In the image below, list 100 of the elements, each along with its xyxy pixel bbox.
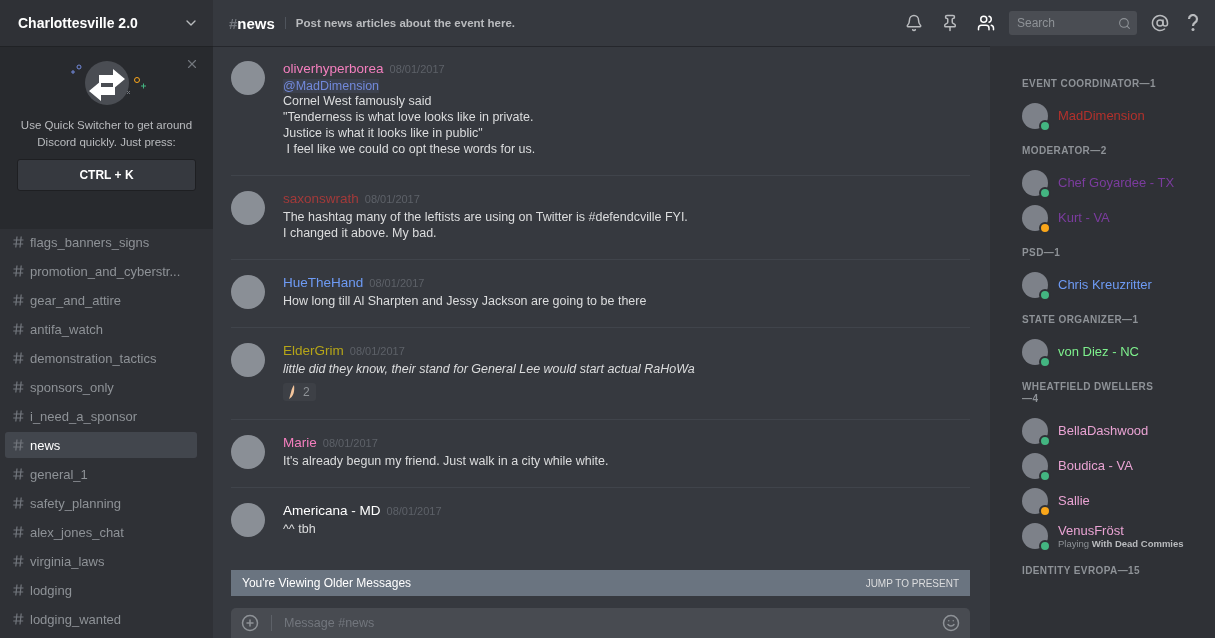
channel-item[interactable]: general_1 bbox=[5, 461, 197, 487]
emoji-icon bbox=[289, 385, 297, 399]
avatar[interactable] bbox=[231, 191, 265, 225]
close-button[interactable] bbox=[185, 57, 199, 71]
channel-item[interactable]: flags_banners_signs bbox=[5, 229, 197, 255]
channel-item[interactable]: promotion_and_cyberstr... bbox=[5, 258, 197, 284]
hash-icon bbox=[13, 294, 24, 306]
quick-switcher-text: Use Quick Switcher to get around Discord quickly. Just press: bbox=[19, 118, 194, 150]
channel-name: safety_planning bbox=[30, 495, 122, 511]
hash-icon bbox=[13, 468, 24, 480]
member-name[interactable]: VenusFröst bbox=[1058, 522, 1184, 538]
avatar[interactable] bbox=[231, 343, 265, 377]
hash-icon bbox=[13, 236, 24, 248]
hash-icon bbox=[13, 497, 24, 509]
hash-icon bbox=[13, 352, 24, 364]
message-text: It's already begun my friend. Just walk in a city while white. bbox=[283, 453, 609, 469]
member-name[interactable]: BellaDashwood bbox=[1058, 423, 1149, 438]
hash-icon bbox=[13, 410, 24, 422]
channel-name: demonstration_tactics bbox=[30, 350, 157, 366]
hash-icon bbox=[13, 555, 24, 567]
role-header: IDENTITY EVROPA—15 bbox=[1022, 565, 1141, 577]
role-header: MODERATOR—2 bbox=[1022, 145, 1108, 157]
member-name[interactable]: Chris Kreuzritter bbox=[1058, 277, 1152, 292]
hash-icon bbox=[13, 323, 24, 335]
role-header: STATE ORGANIZER—1 bbox=[1022, 314, 1140, 326]
channel-item[interactable]: lodging_wanted bbox=[5, 606, 197, 632]
channel-name: flags_banners_signs bbox=[30, 234, 150, 250]
emoji-icon[interactable] bbox=[942, 614, 960, 632]
hash-icon bbox=[13, 381, 24, 393]
channel-item[interactable]: gear_and_attire bbox=[5, 287, 197, 313]
member-name[interactable]: Sallie bbox=[1058, 493, 1090, 508]
channel-item[interactable]: antifa_watch bbox=[5, 316, 197, 342]
channel-item[interactable]: news bbox=[5, 432, 197, 458]
channel-item[interactable]: alex_jones_chat bbox=[5, 519, 197, 545]
channel-name: virginia_laws bbox=[30, 553, 105, 569]
reaction-button[interactable]: 2 bbox=[283, 383, 316, 401]
shortcut-button[interactable]: CTRL + K bbox=[17, 159, 196, 191]
hash-icon bbox=[13, 613, 24, 625]
member-avatar[interactable] bbox=[1022, 522, 1048, 549]
member-avatar[interactable] bbox=[1022, 102, 1048, 129]
channel-name: news bbox=[30, 437, 61, 453]
username[interactable]: Marie bbox=[283, 435, 317, 450]
role-header: PSD—1 bbox=[1022, 247, 1062, 259]
avatar[interactable] bbox=[231, 503, 265, 537]
username[interactable]: ElderGrim bbox=[283, 343, 344, 358]
channel-topic: Post news articles about the event here. bbox=[284, 17, 891, 29]
hash-icon bbox=[13, 584, 24, 596]
channel-name: antifa_watch bbox=[30, 321, 103, 337]
message-text: The hashtag many of the leftists are using on Twitter is #defendcville FYI. bbox=[283, 209, 688, 225]
channel-item[interactable]: lodging bbox=[5, 577, 197, 603]
avatar[interactable] bbox=[231, 435, 265, 469]
server-header[interactable]: Charlottesville 2.0 bbox=[0, 0, 213, 46]
channel-name: sponsors_only bbox=[30, 379, 114, 395]
member-activity: Playing With Dead Commies bbox=[1058, 537, 1184, 549]
hash-icon bbox=[13, 439, 24, 451]
username[interactable]: oliverhyperborea bbox=[283, 61, 384, 76]
channel-name: alex_jones_chat bbox=[30, 524, 124, 540]
channel-item[interactable]: sponsors_only bbox=[5, 374, 197, 400]
channel-item[interactable]: virginia_laws bbox=[5, 548, 197, 574]
reaction-count: 2 bbox=[303, 385, 310, 399]
jump-to-present-link[interactable]: JUMP TO PRESENT bbox=[865, 577, 959, 589]
channel-name: gear_and_attire bbox=[30, 292, 122, 308]
message-text: "Tenderness is what love looks like in private. bbox=[283, 109, 535, 125]
mention-link[interactable]: @MadDimension bbox=[283, 79, 380, 93]
role-header: WHEATFIELD DWELLERS—4 bbox=[1022, 381, 1155, 405]
member-name[interactable]: Boudica - VA bbox=[1058, 458, 1133, 473]
channel-name: lodging bbox=[30, 582, 72, 598]
role-header: EVENT COORDINATOR—1 bbox=[1022, 78, 1157, 90]
channel-item[interactable]: i_need_a_sponsor bbox=[5, 403, 197, 429]
channel-name: i_need_a_sponsor bbox=[30, 408, 137, 424]
avatar[interactable] bbox=[231, 275, 265, 309]
channel-item[interactable]: safety_planning bbox=[5, 490, 197, 516]
channel-item[interactable]: demonstration_tactics bbox=[5, 345, 197, 371]
channel-name: promotion_and_cyberstr... bbox=[30, 263, 181, 279]
server-name: Charlottesville 2.0 bbox=[18, 15, 138, 31]
member-avatar[interactable] bbox=[1022, 271, 1048, 298]
member-avatar[interactable] bbox=[1022, 204, 1048, 231]
message-text: Cornel West famously said bbox=[283, 93, 433, 109]
member-avatar[interactable] bbox=[1022, 338, 1048, 365]
avatar[interactable] bbox=[231, 61, 265, 95]
username[interactable]: HueTheHand bbox=[283, 275, 364, 290]
hash-icon bbox=[13, 265, 24, 277]
hash-icon bbox=[13, 526, 24, 538]
message-text: I changed it above. My bad. bbox=[283, 225, 438, 241]
channel-title: #news bbox=[229, 14, 275, 32]
add-icon[interactable] bbox=[241, 614, 259, 632]
search-input[interactable]: Search bbox=[1015, 15, 1109, 31]
member-avatar[interactable] bbox=[1022, 417, 1048, 444]
message-text: Justice is what it looks like in public" bbox=[283, 125, 484, 141]
channel-name: lodging_wanted bbox=[30, 611, 122, 627]
member-avatar[interactable] bbox=[1022, 452, 1048, 479]
search-icon bbox=[1118, 16, 1131, 30]
search-field[interactable]: Search bbox=[1009, 11, 1137, 35]
message-text: How long till Al Sharpten and Jessy Jackson are going to be there bbox=[283, 293, 647, 309]
member-avatar[interactable] bbox=[1022, 169, 1048, 196]
member-name[interactable]: von Diez - NC bbox=[1058, 344, 1139, 359]
message-text: little did they know, their stand for General Lee would start actual RaHoWa bbox=[283, 361, 695, 377]
channel-name: general_1 bbox=[30, 466, 88, 482]
username[interactable]: Americana - MD bbox=[283, 503, 381, 518]
member-avatar[interactable] bbox=[1022, 487, 1048, 514]
